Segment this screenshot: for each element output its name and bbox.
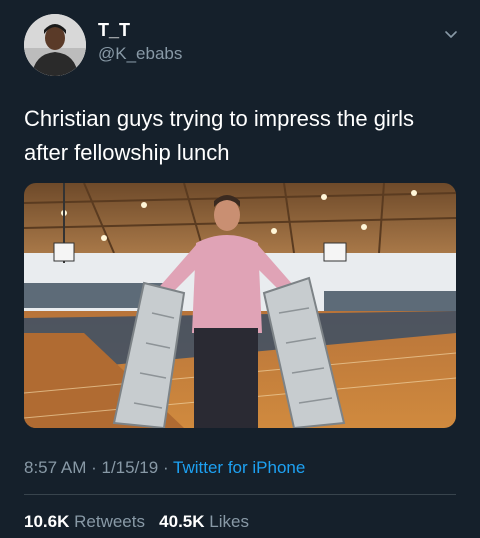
likes-label: Likes xyxy=(209,512,249,531)
tweet-stats: 10.6K Retweets 40.5K Likes xyxy=(24,512,249,532)
chevron-down-icon[interactable] xyxy=(444,28,458,42)
tweet-meta: 8:57 AM · 1/15/19 · Twitter for iPhone xyxy=(24,458,305,478)
divider xyxy=(24,494,456,495)
retweets-label: Retweets xyxy=(74,512,145,531)
display-name[interactable]: T_T xyxy=(98,20,130,41)
tweet-time[interactable]: 8:57 AM xyxy=(24,458,86,477)
user-handle[interactable]: @K_ebabs xyxy=(98,44,182,64)
tweet-media-photo[interactable] xyxy=(24,183,456,428)
gym-photo xyxy=(24,183,456,428)
tweet-source-link[interactable]: Twitter for iPhone xyxy=(173,458,305,477)
avatar[interactable] xyxy=(24,14,86,76)
likes-count: 40.5K xyxy=(159,512,205,531)
retweets-stat[interactable]: 10.6K Retweets xyxy=(24,512,145,531)
tweet-date[interactable]: 1/15/19 xyxy=(101,458,158,477)
avatar-image xyxy=(24,14,86,76)
tweet-card: T_T @K_ebabs Christian guys trying to im… xyxy=(0,0,480,538)
likes-stat[interactable]: 40.5K Likes xyxy=(159,512,249,531)
retweets-count: 10.6K xyxy=(24,512,70,531)
meta-separator: · xyxy=(86,458,102,477)
tweet-text-line: after fellowship lunch xyxy=(24,140,230,165)
tweet-text-line: Christian guys trying to impress the gir… xyxy=(24,106,415,131)
tweet-text: Christian guys trying to impress the gir… xyxy=(24,102,464,170)
meta-separator: · xyxy=(158,458,174,477)
